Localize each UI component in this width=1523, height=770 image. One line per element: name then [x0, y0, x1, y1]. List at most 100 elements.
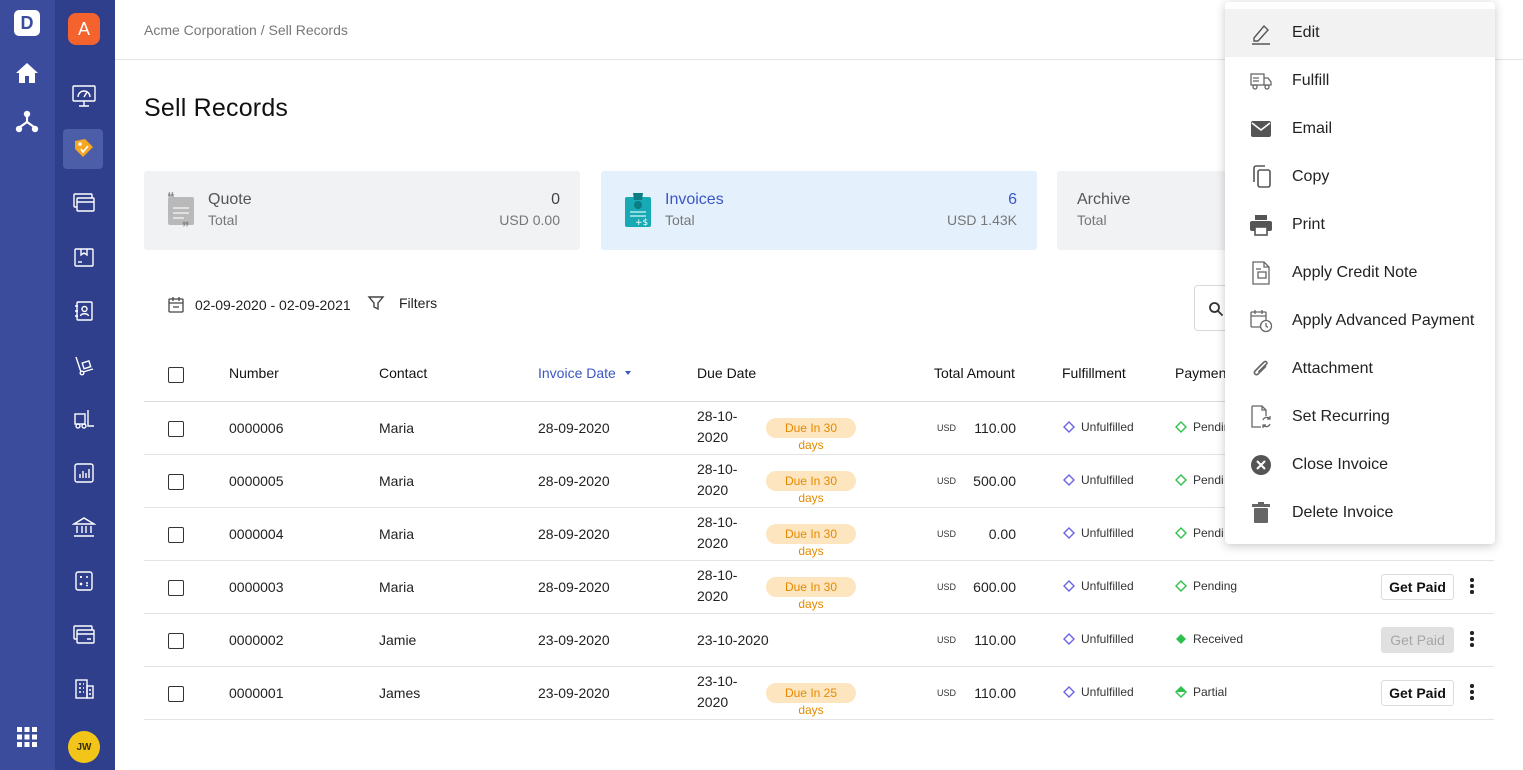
calculator-icon[interactable] [71, 568, 97, 594]
menu-item-edit[interactable]: Edit [1225, 9, 1495, 57]
row-checkbox[interactable] [168, 633, 184, 649]
row-currency: USD [937, 582, 957, 592]
menu-item-delete-invoice[interactable]: Delete Invoice [1225, 489, 1495, 537]
payment-status: Pendi [1175, 473, 1224, 487]
header-total-amount[interactable]: Total Amount [934, 365, 1015, 381]
apps-grid-icon[interactable] [14, 724, 40, 750]
row-contact: Jamie [379, 632, 417, 648]
quote-card[interactable]: ❝ ❞ Quote Total 0 USD 0.00 [144, 171, 580, 250]
archive-card[interactable]: Archive Total [1057, 171, 1237, 250]
header-fulfillment[interactable]: Fulfillment [1062, 365, 1126, 381]
menu-label: Attachment [1292, 360, 1373, 377]
user-avatar[interactable]: JW [68, 731, 100, 763]
invoices-count: 6 [1008, 191, 1017, 208]
payments-icon[interactable] [71, 622, 97, 648]
row-number: 0000005 [229, 473, 284, 489]
products-icon[interactable] [71, 244, 97, 270]
menu-item-fulfill[interactable]: Fulfill [1225, 57, 1495, 105]
header-due-date[interactable]: Due Date [697, 365, 756, 381]
menu-label: Fulfill [1292, 72, 1330, 89]
svg-text:❝: ❝ [167, 191, 175, 206]
quote-title: Quote [208, 191, 252, 208]
row-invoice-date: 28-09-2020 [538, 473, 610, 489]
archive-title: Archive [1077, 191, 1131, 208]
row-more-icon[interactable] [1466, 578, 1478, 598]
row-currency: USD [937, 476, 957, 486]
menu-item-copy[interactable]: Copy [1225, 153, 1495, 201]
due-badge: Due In 30 [766, 577, 856, 597]
row-checkbox[interactable] [168, 474, 184, 490]
row-contact: Maria [379, 526, 415, 542]
menu-item-close-invoice[interactable]: Close Invoice [1225, 441, 1495, 489]
paperclip-icon [1249, 357, 1273, 381]
row-invoice-date: 23-09-2020 [538, 632, 610, 648]
table-row[interactable]: 0000001 James 23-09-2020 23-10- 2020 Due … [144, 667, 1494, 720]
row-more-icon[interactable] [1466, 684, 1478, 704]
payment-status: Received [1175, 632, 1243, 646]
payment-status: Pending [1175, 579, 1237, 593]
sales-icon[interactable] [63, 129, 103, 169]
menu-item-apply-credit-note[interactable]: Apply Credit Note [1225, 249, 1495, 297]
app-rail: D [0, 0, 55, 770]
header-payment[interactable]: Paymen [1175, 365, 1226, 381]
table-row[interactable]: 0000002 Jamie 23-09-2020 23-10-2020 USD … [144, 614, 1494, 667]
fulfillment-label: Unfulfilled [1081, 632, 1134, 646]
select-all-checkbox[interactable] [168, 367, 184, 383]
menu-item-email[interactable]: Email [1225, 105, 1495, 153]
header-number[interactable]: Number [229, 365, 279, 381]
row-checkbox[interactable] [168, 580, 184, 596]
company-icon[interactable] [71, 676, 97, 702]
row-checkbox[interactable] [168, 686, 184, 702]
row-checkbox[interactable] [168, 527, 184, 543]
table-row[interactable]: 0000003 Maria 28-09-2020 28-10- 2020 Due … [144, 561, 1494, 614]
invoices-sub: Total [665, 212, 695, 228]
app-logo[interactable]: D [14, 10, 40, 36]
filters-button[interactable]: Filters [367, 294, 437, 312]
diamond-outline-icon [1063, 580, 1075, 592]
calendar-clock-icon [1249, 309, 1273, 333]
hand-truck-icon[interactable] [71, 352, 97, 378]
invoices-card[interactable]: +$ Invoices Total 6 USD 1.43K [601, 171, 1037, 250]
menu-label: Edit [1292, 24, 1320, 41]
menu-item-apply-advanced-payment[interactable]: Apply Advanced Payment [1225, 297, 1495, 345]
row-number: 0000006 [229, 420, 284, 436]
bank-icon[interactable] [71, 514, 97, 540]
menu-label: Print [1292, 216, 1325, 233]
reports-icon[interactable] [71, 460, 97, 486]
contacts-icon[interactable] [71, 298, 97, 324]
svg-text:+$: +$ [635, 218, 648, 228]
row-due-date: 28-10- 2020 [697, 406, 757, 448]
fulfillment-status: Unfulfilled [1063, 685, 1134, 699]
row-actions-menu: Edit Fulfill Email Copy Print Apply Cred… [1225, 2, 1495, 544]
network-icon[interactable] [14, 108, 40, 134]
row-currency: USD [937, 423, 957, 433]
header-invoice-date[interactable]: Invoice Date [538, 365, 633, 381]
menu-item-print[interactable]: Print [1225, 201, 1495, 249]
diamond-outline-icon [1175, 421, 1187, 433]
copy-icon [1249, 165, 1273, 189]
due-line-2: 2020 [697, 535, 729, 551]
menu-item-attachment[interactable]: Attachment [1225, 345, 1495, 393]
forklift-icon[interactable] [71, 406, 97, 432]
row-due-date: 28-10- 2020 [697, 459, 757, 501]
diamond-half-icon [1175, 686, 1187, 698]
invoice-icon: +$ [623, 191, 653, 236]
get-paid-button[interactable]: Get Paid [1381, 627, 1454, 653]
purchases-icon[interactable] [71, 190, 97, 216]
dashboard-icon[interactable] [71, 83, 97, 109]
menu-item-set-recurring[interactable]: Set Recurring [1225, 393, 1495, 441]
diamond-outline-icon [1175, 527, 1187, 539]
fulfillment-status: Unfulfilled [1063, 526, 1134, 540]
get-paid-button[interactable]: Get Paid [1381, 680, 1454, 706]
home-icon[interactable] [14, 60, 40, 86]
get-paid-button[interactable]: Get Paid [1381, 574, 1454, 600]
breadcrumb: Acme Corporation / Sell Records [144, 22, 348, 38]
org-avatar[interactable]: A [68, 13, 100, 45]
header-contact[interactable]: Contact [379, 365, 427, 381]
row-number: 0000002 [229, 632, 284, 648]
row-checkbox[interactable] [168, 421, 184, 437]
row-more-icon[interactable] [1466, 631, 1478, 651]
row-amount: 110.00 [974, 420, 1016, 436]
menu-label: Email [1292, 120, 1333, 137]
date-range-picker[interactable]: 02-09-2020 - 02-09-2021 [167, 296, 351, 314]
